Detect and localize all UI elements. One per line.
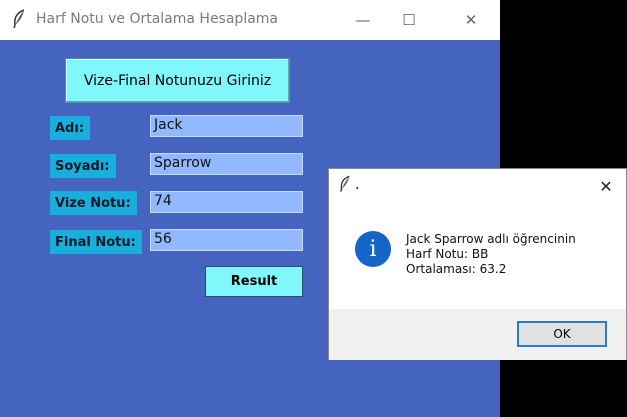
maximize-button[interactable]: ☐ [386, 0, 432, 40]
name-input[interactable]: Jack [150, 115, 303, 137]
maximize-icon: ☐ [402, 11, 416, 29]
minimize-button[interactable]: — [340, 0, 386, 40]
info-icon: i [355, 231, 391, 267]
message-line: Jack Sparrow adlı öğrencinin [406, 232, 576, 246]
dialog-footer: OK [329, 309, 626, 360]
midterm-label: Vize Notu: [50, 191, 137, 215]
info-dialog: . ✕ i Jack Sparrow adlı öğrencinin Harf … [328, 168, 627, 360]
feather-icon [340, 175, 350, 192]
ok-button[interactable]: OK [517, 321, 607, 347]
window-title: Harf Notu ve Ortalama Hesaplama [36, 11, 279, 27]
final-input[interactable]: 56 [150, 229, 303, 251]
close-icon: ✕ [464, 11, 478, 29]
feather-icon [13, 9, 25, 29]
minimize-icon: — [355, 11, 371, 29]
name-label: Adı: [50, 116, 91, 140]
midterm-input[interactable]: 74 [150, 191, 303, 213]
enter-grades-button[interactable]: Vize-Final Notunuzu Giriniz [65, 58, 290, 103]
dialog-message: Jack Sparrow adlı öğrencinin Harf Notu: … [406, 232, 576, 277]
dialog-title: . [355, 177, 360, 193]
final-label: Final Notu: [50, 230, 142, 254]
result-button[interactable]: Result [205, 266, 303, 297]
message-line: Ortalaması: 63.2 [406, 262, 507, 276]
surname-label: Soyadı: [50, 154, 116, 178]
surname-input[interactable]: Sparrow [150, 153, 303, 175]
close-button[interactable]: ✕ [448, 0, 494, 40]
dialog-close-button[interactable]: ✕ [586, 169, 626, 203]
message-line: Harf Notu: BB [406, 247, 489, 261]
title-bar: Harf Notu ve Ortalama Hesaplama — ☐ ✕ [0, 0, 500, 40]
close-icon: ✕ [599, 176, 613, 196]
